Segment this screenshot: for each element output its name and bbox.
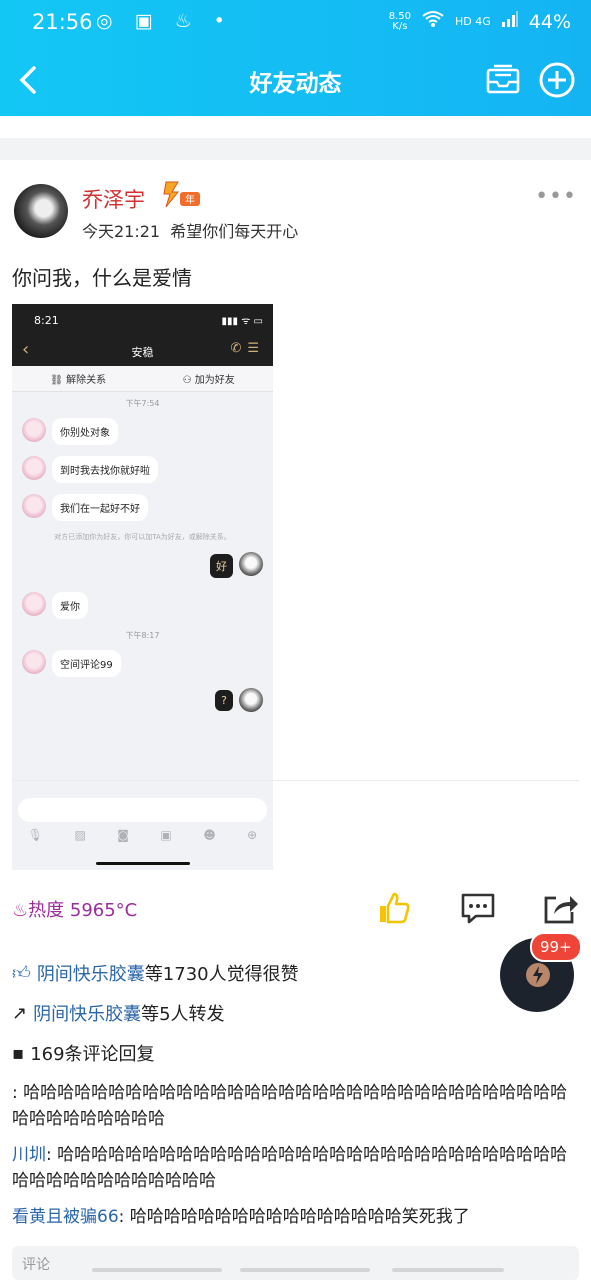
author-signature: 希望你们每天开心	[170, 222, 299, 241]
image-avatar	[22, 418, 46, 442]
comment-icon	[461, 893, 495, 924]
battery-level: 44%	[528, 10, 571, 33]
image-input-box	[18, 798, 267, 822]
vip-badge: 年	[162, 180, 202, 208]
shares-summary[interactable]: ↗ 阴间快乐胶囊等5人转发	[12, 1000, 225, 1026]
post-image[interactable]: 8:21 ▮▮▮ ᯤ ▭ ‹ 安稳 ✆☰ ⛓ 解除关系 ⚇ 加为好友 下午7:54…	[12, 304, 273, 870]
network-speed: 8.50 K/s	[388, 10, 411, 32]
image-chat-header: ‹ 安稳 ✆☰	[12, 336, 273, 366]
comment-icon: ▪	[12, 1042, 25, 1064]
chevron-left-icon: ‹	[22, 339, 30, 360]
image-avatar	[22, 592, 46, 616]
image-message: 我们在一起好不好	[52, 494, 148, 521]
comment-item[interactable]: 看黄且被骗66: 哈哈哈哈哈哈哈哈哈哈哈哈哈哈哈哈笑死我了	[12, 1204, 579, 1230]
image-system-note: 对方已添加你为好友，你可以加TA为好友，或解除关系。	[54, 533, 231, 541]
status-right: 8.50 K/s HD 4G 44%	[389, 10, 571, 33]
image-message: 你别处对象	[52, 418, 118, 445]
phone-menu-icons: ✆☰	[230, 341, 265, 356]
thumbs-up-icon	[380, 892, 410, 924]
comment-item[interactable]: : 哈哈哈哈哈哈哈哈哈哈哈哈哈哈哈哈哈哈哈哈哈哈哈哈哈哈哈哈哈哈哈哈哈哈哈哈哈哈…	[12, 1080, 579, 1132]
image-avatar	[22, 650, 46, 674]
comment-button[interactable]	[460, 890, 496, 926]
plus-circle-icon	[539, 62, 575, 98]
image-status-bar: 8:21 ▮▮▮ ᯤ ▭	[12, 304, 273, 336]
image-reply: 好	[210, 554, 233, 578]
camera-icon: ◙	[117, 828, 129, 842]
heat-indicator: ♨热度 5965°C	[12, 900, 138, 921]
image-icon: ▨	[74, 828, 86, 842]
image-reply: ?	[215, 690, 233, 711]
post-actions: ♨热度 5965°C	[0, 890, 591, 930]
share-button[interactable]	[542, 890, 580, 926]
gift-icon: ▣	[160, 828, 172, 842]
likes-summary[interactable]: 👍︎ 阴间快乐胶囊等1730人觉得很赞	[12, 960, 299, 986]
status-bar: 21:56 ◎ ▣ ♨ • 8.50 K/s HD 4G 44%	[0, 6, 591, 40]
thumbs-up-icon: 👍︎	[12, 963, 31, 984]
like-button[interactable]	[376, 890, 412, 926]
image-action-row: ⛓ 解除关系 ⚇ 加为好友	[12, 366, 273, 392]
plus-icon: ⊕	[247, 828, 258, 842]
add-friend-icon: ⚇	[182, 375, 192, 386]
link-icon: ⛓	[50, 375, 63, 386]
add-button[interactable]	[537, 60, 577, 100]
comment-input[interactable]: 评论	[12, 1246, 579, 1280]
post-time: 今天21:21	[82, 222, 161, 241]
network-type: HD 4G	[455, 15, 491, 28]
image-message: 到时我去找你就好啦	[52, 456, 158, 483]
divider	[12, 780, 579, 781]
gesture-bar	[240, 1268, 370, 1272]
gesture-bar	[92, 1268, 222, 1272]
image-message: 空间评论99	[52, 650, 121, 677]
comment-item[interactable]: 川圳: 哈哈哈哈哈哈哈哈哈哈哈哈哈哈哈哈哈哈哈哈哈哈哈哈哈哈哈哈哈哈哈哈哈哈哈哈…	[12, 1142, 579, 1194]
image-avatar	[239, 552, 263, 576]
emoji-icon: ☻	[203, 828, 216, 842]
comments-summary[interactable]: ▪ 169条评论回复	[12, 1040, 155, 1066]
post-text: 你问我，什么是爱情	[12, 266, 192, 290]
image-message: 爱你	[52, 592, 88, 619]
section-gap	[0, 116, 591, 160]
signal-icon	[501, 10, 519, 33]
image-timestamp: 下午8:17	[125, 631, 160, 640]
lightning-icon	[526, 963, 550, 987]
post-meta: 今天21:21 希望你们每天开心	[82, 218, 298, 242]
image-toolbar: 🎙︎ ▨ ◙ ▣ ☻ ⊕	[12, 828, 273, 842]
image-avatar	[22, 494, 46, 518]
notification-badge: 99+	[530, 932, 582, 962]
flame-icon: ♨	[12, 900, 29, 921]
mic-icon: 🎙︎	[27, 828, 43, 842]
top-bar: 21:56 ◎ ▣ ♨ • 8.50 K/s HD 4G 44% 好友动态	[0, 0, 591, 116]
more-options-button[interactable]: •••	[535, 184, 577, 209]
wifi-icon	[421, 10, 445, 33]
image-avatar	[22, 456, 46, 480]
inbox-icon	[486, 64, 520, 94]
image-timestamp: 下午7:54	[125, 399, 160, 408]
image-avatar	[239, 688, 263, 712]
gesture-bar	[392, 1268, 504, 1272]
message-box-button[interactable]	[485, 62, 521, 98]
nav-bar: 好友动态	[0, 56, 591, 106]
share-icon	[544, 896, 578, 924]
share-icon: ↗	[12, 1002, 28, 1024]
svg-text:年: 年	[185, 193, 195, 206]
avatar[interactable]	[14, 184, 68, 238]
author-name[interactable]: 乔泽宇	[82, 184, 145, 214]
notification-icons: ◎ ▣ ♨ •	[96, 10, 233, 32]
status-time: 21:56	[32, 10, 93, 34]
more-icon: •••	[535, 184, 577, 209]
image-home-indicator	[96, 862, 190, 865]
